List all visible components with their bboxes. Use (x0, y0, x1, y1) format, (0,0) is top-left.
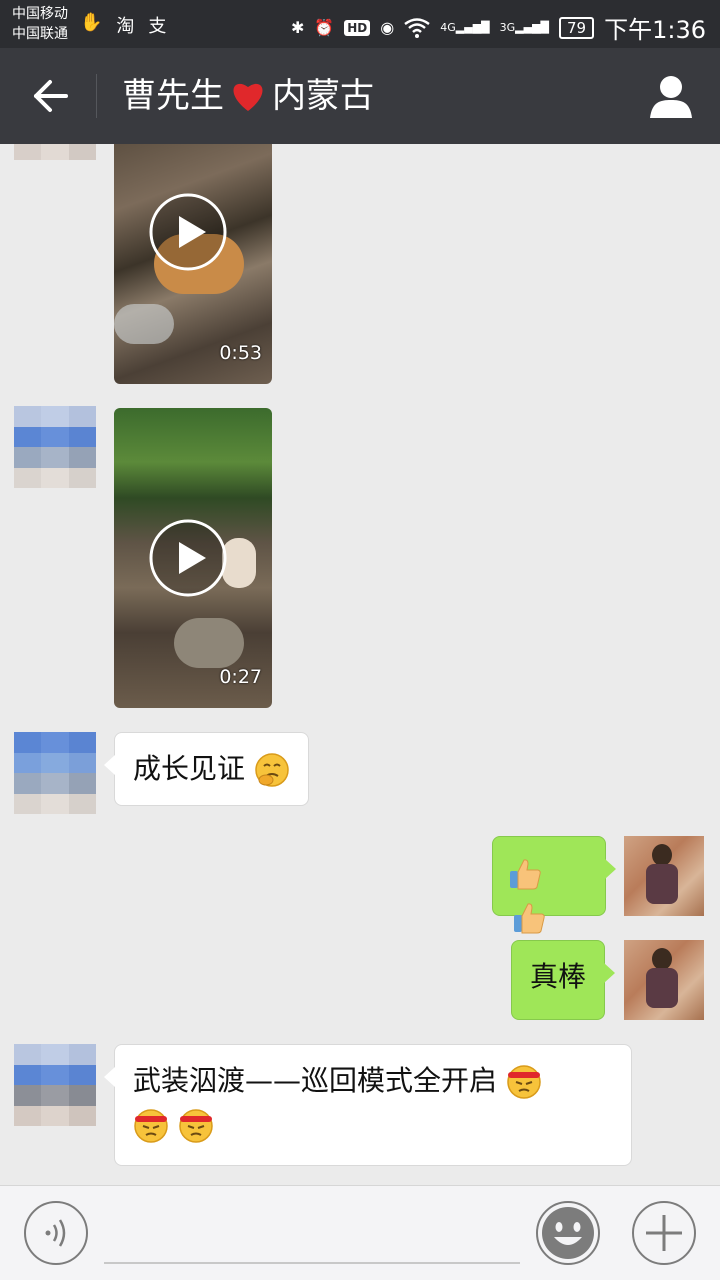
message-bubble-other[interactable]: 成长见证 (104, 732, 309, 806)
contact-name: 曹先生 (122, 76, 224, 116)
message-text: 武装泅渡——巡回模式全开启 (133, 1064, 498, 1097)
carrier-labels: 中国移动 中国联通 (12, 4, 68, 44)
eye-icon: ◉ (380, 18, 395, 37)
smiley-icon (542, 1207, 594, 1259)
avatar-self[interactable] (624, 836, 704, 916)
avatar-self[interactable] (624, 940, 704, 1020)
bluetooth-icon: ✱ (290, 18, 305, 37)
chat-area[interactable]: 0:53 0:27 成长见证 真棒 武装泅渡——巡回模式全开启 (0, 144, 720, 1185)
signal-4g-icon: 4G▂▄▆█ (440, 21, 490, 34)
message-text: 真棒 (530, 960, 587, 993)
contact-location: 内蒙古 (272, 76, 374, 116)
avatar-other[interactable] (14, 732, 96, 814)
plus-icon (646, 1215, 682, 1251)
angry-ninja-emoji-icon (179, 1109, 213, 1143)
more-options-button[interactable] (632, 1201, 696, 1265)
alipay-icon: 支 (148, 16, 167, 37)
play-icon[interactable] (148, 192, 228, 272)
input-bar (0, 1185, 720, 1280)
wifi-icon (404, 17, 430, 38)
clock: 下午1:36 (604, 16, 706, 44)
water-thumbnail (114, 304, 174, 344)
voice-icon (45, 1219, 66, 1247)
status-bar: 中国移动 中国联通 ✋ 淘 支 ✱ ⏰ HD ◉ 4G▂▄▆█ 3G▂▄▆█ 7… (0, 0, 720, 48)
message-bubble-self[interactable] (492, 836, 616, 934)
video-message[interactable]: 0:27 (114, 408, 272, 708)
avatar-other[interactable] (14, 144, 96, 160)
title-divider (96, 74, 97, 118)
notification-icons: ✋ 淘 支 (80, 12, 166, 38)
voice-input-button[interactable] (24, 1201, 88, 1265)
angry-ninja-emoji-icon (134, 1109, 168, 1143)
battery-indicator: 79 (559, 16, 595, 39)
thumbs-up-icon (510, 859, 541, 890)
taobao-icon: 淘 (116, 16, 135, 37)
signal-3g-icon: 3G▂▄▆█ (499, 21, 549, 34)
message-bubble-self[interactable]: 真棒 (511, 940, 616, 1020)
video-duration: 0:27 (219, 666, 262, 688)
carrier-2: 中国联通 (12, 26, 68, 42)
thinking-emoji-icon (255, 753, 289, 787)
play-icon[interactable] (148, 518, 228, 598)
back-arrow-icon[interactable] (28, 72, 72, 120)
message-bubble-other[interactable]: 武装泅渡——巡回模式全开启 (104, 1044, 632, 1166)
video-duration: 0:53 (219, 342, 262, 364)
alarm-icon: ⏰ (314, 18, 335, 37)
avatar-other[interactable] (14, 1044, 96, 1126)
hand-icon: ✋ (80, 12, 103, 33)
message-input[interactable] (104, 1262, 520, 1264)
emoji-button[interactable] (536, 1201, 600, 1265)
rock-thumbnail (174, 618, 244, 668)
message-text: 成长见证 (133, 752, 246, 785)
video-message[interactable]: 0:53 (114, 144, 272, 384)
chat-title: 曹先生 内蒙古 (122, 74, 374, 118)
avatar-other[interactable] (14, 406, 96, 488)
person-icon[interactable] (648, 72, 694, 120)
angry-ninja-emoji-icon (507, 1065, 541, 1099)
system-icons: ✱ ⏰ HD ◉ 4G▂▄▆█ 3G▂▄▆█ 79 下午1:36 (291, 10, 706, 45)
hd-icon: HD (344, 19, 371, 36)
title-bar: 曹先生 内蒙古 (0, 48, 720, 144)
carrier-1: 中国移动 (12, 6, 68, 22)
heart-icon (233, 83, 263, 111)
thumbs-up-icon (514, 903, 545, 934)
